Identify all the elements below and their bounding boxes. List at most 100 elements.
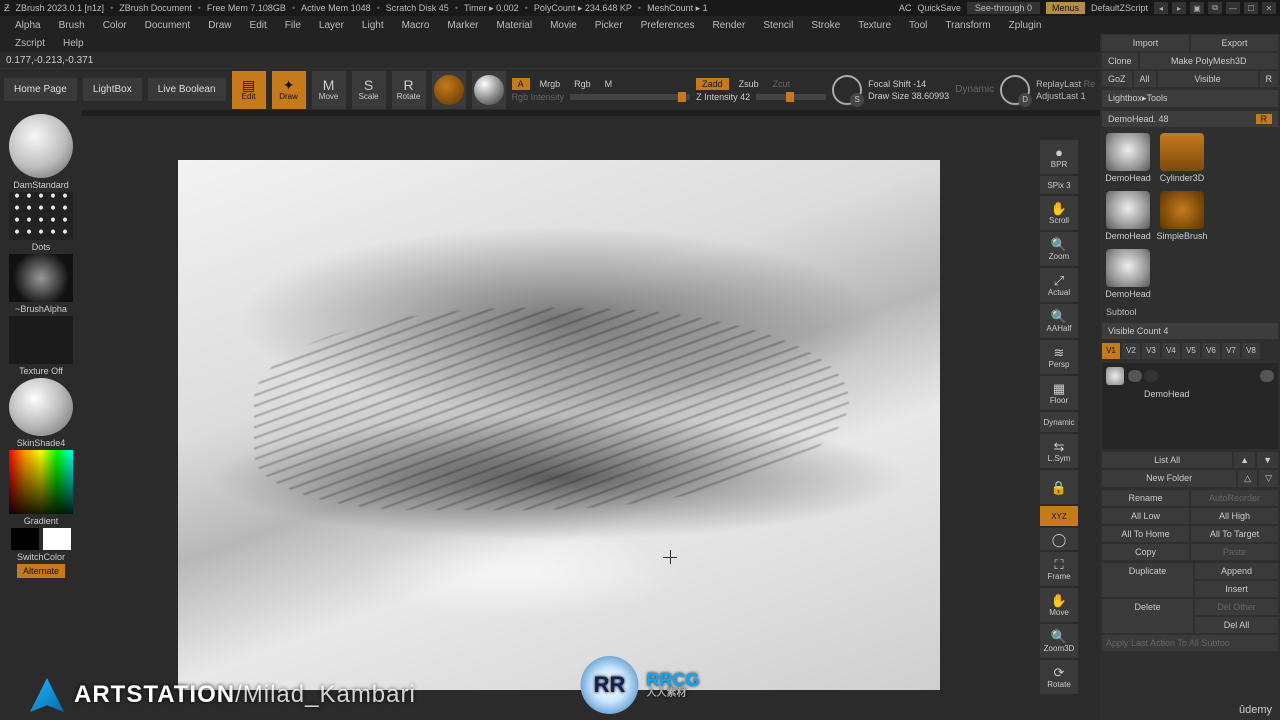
primary-color-swatch[interactable] [43, 528, 71, 550]
home-page-button[interactable]: Home Page [4, 78, 77, 101]
zadd-button[interactable]: Zadd [696, 78, 729, 90]
floor-button[interactable]: ▦Floor [1040, 376, 1078, 410]
draw-size-label[interactable]: Draw Size 38.60993 [868, 91, 949, 101]
move-up-icon[interactable]: ▲ [1234, 452, 1255, 468]
zsub-button[interactable]: Zsub [735, 78, 763, 90]
vset-5[interactable]: V5 [1182, 343, 1200, 359]
switchcolor-button[interactable]: SwitchColor [17, 552, 65, 562]
new-folder-button[interactable]: New Folder [1102, 470, 1236, 487]
lightbox-tools-header[interactable]: Lightbox▸Tools [1102, 90, 1278, 107]
visibility-eye-icon[interactable] [1260, 370, 1274, 382]
focal-shift-label[interactable]: Focal Shift -14 [868, 79, 949, 89]
tool-thumb-cylinder[interactable]: Cylinder3D [1158, 133, 1206, 183]
lasso-button[interactable]: ◯ [1040, 528, 1078, 550]
tool-thumb-demohead-2[interactable]: DemoHead [1104, 191, 1152, 241]
move-view-button[interactable]: ✋Move [1040, 588, 1078, 622]
dynamic-label[interactable]: Dynamic [955, 84, 994, 95]
frame-button[interactable]: ⛶Frame [1040, 552, 1078, 586]
menu-brush[interactable]: Brush [50, 20, 94, 31]
edit-mode-button[interactable]: ▤Edit [232, 71, 266, 109]
autoreorder-button[interactable]: AutoReorder [1191, 490, 1278, 506]
mrgb-button[interactable]: Mrgb [536, 78, 565, 90]
menu-movie[interactable]: Movie [541, 20, 586, 31]
vset-6[interactable]: V6 [1202, 343, 1220, 359]
zcut-button[interactable]: Zcut [769, 78, 795, 90]
del-other-button[interactable]: Del Other [1195, 599, 1278, 615]
zoom3d-button[interactable]: 🔍Zoom3D [1040, 624, 1078, 658]
next-layout-icon[interactable]: ▸ [1172, 2, 1186, 14]
all-to-target-button[interactable]: All To Target [1191, 526, 1278, 542]
clone-button[interactable]: Clone [1102, 53, 1138, 69]
close-icon[interactable]: ✕ [1262, 2, 1276, 14]
maximize-icon[interactable]: ☐ [1244, 2, 1258, 14]
spix-button[interactable]: SPix 3 [1040, 176, 1078, 194]
rotate-mode-button[interactable]: RRotate [392, 71, 426, 109]
bpr-button[interactable]: ●BPR [1040, 140, 1078, 174]
menu-preferences[interactable]: Preferences [632, 20, 704, 31]
polyframe-icon[interactable] [1144, 370, 1158, 382]
all-low-button[interactable]: All Low [1102, 508, 1189, 524]
arrow-down-icon[interactable]: ▽ [1259, 470, 1278, 487]
timeline-slider[interactable] [0, 110, 1280, 116]
menus-toggle[interactable]: Menus [1046, 2, 1085, 14]
copy-button[interactable]: Copy [1102, 544, 1189, 560]
quicksave-button[interactable]: QuickSave [917, 3, 961, 13]
tool-name-header[interactable]: DemoHead. 48 R [1102, 111, 1278, 127]
xyz-button[interactable]: XYZ [1040, 506, 1078, 526]
vset-1[interactable]: V1 [1102, 343, 1120, 359]
color-picker[interactable] [9, 450, 73, 514]
layout-clone-icon[interactable]: ⧉ [1208, 2, 1222, 14]
subtool-header[interactable]: Subtool [1100, 303, 1280, 321]
list-all-button[interactable]: List All [1102, 452, 1232, 468]
menu-macro[interactable]: Macro [393, 20, 439, 31]
apply-last-button[interactable]: Apply Last Action To All Subtoo [1102, 635, 1278, 651]
paste-button[interactable]: Paste [1191, 544, 1278, 560]
menu-texture[interactable]: Texture [849, 20, 900, 31]
prev-layout-icon[interactable]: ◂ [1154, 2, 1168, 14]
lightbox-button[interactable]: LightBox [83, 78, 142, 101]
adjust-last-button[interactable]: AdjustLast 1 [1036, 91, 1086, 101]
make-polymesh-button[interactable]: Make PolyMesh3D [1140, 53, 1278, 69]
insert-button[interactable]: Insert [1195, 581, 1278, 597]
rotate-view-button[interactable]: ⟳Rotate [1040, 660, 1078, 694]
vset-2[interactable]: V2 [1122, 343, 1140, 359]
subtool-item-label[interactable]: DemoHead [1104, 387, 1276, 401]
menu-render[interactable]: Render [704, 20, 755, 31]
layout-save-icon[interactable]: ▣ [1190, 2, 1204, 14]
subtool-item[interactable] [1104, 365, 1276, 387]
del-all-button[interactable]: Del All [1195, 617, 1278, 633]
menu-layer[interactable]: Layer [310, 20, 353, 31]
delete-button[interactable]: Delete [1102, 599, 1193, 633]
alternate-button[interactable]: Alternate [17, 564, 65, 578]
gizmo-button[interactable] [432, 71, 466, 109]
viewport-canvas[interactable] [178, 160, 940, 690]
sculptris-button[interactable] [472, 71, 506, 109]
dynamic-ring[interactable]: D [1000, 75, 1030, 105]
seethrough-slider[interactable]: See-through 0 [967, 2, 1040, 14]
scale-mode-button[interactable]: SScale [352, 71, 386, 109]
move-down-icon[interactable]: ▼ [1257, 452, 1278, 468]
aahalf-button[interactable]: 🔍AAHalf [1040, 304, 1078, 338]
m-button[interactable]: M [601, 78, 617, 90]
menu-document[interactable]: Document [136, 20, 200, 31]
secondary-color-swatch[interactable] [11, 528, 39, 550]
minimize-icon[interactable]: — [1226, 2, 1240, 14]
menu-zplugin[interactable]: Zplugin [1000, 20, 1051, 31]
vset-8[interactable]: V8 [1242, 343, 1260, 359]
gradient-label[interactable]: Gradient [24, 516, 59, 526]
live-boolean-button[interactable]: Live Boolean [148, 78, 226, 101]
replay-re[interactable]: Re [1084, 79, 1096, 89]
replay-last-button[interactable]: ReplayLast [1036, 79, 1081, 89]
move-mode-button[interactable]: MMove [312, 71, 346, 109]
zoom-button[interactable]: 🔍Zoom [1040, 232, 1078, 266]
alpha-thumbnail[interactable] [9, 254, 73, 302]
menu-light[interactable]: Light [353, 20, 393, 31]
menu-transform[interactable]: Transform [936, 20, 999, 31]
append-button[interactable]: Append [1195, 563, 1278, 579]
menu-tool[interactable]: Tool [900, 20, 936, 31]
menu-file[interactable]: File [276, 20, 310, 31]
all-high-button[interactable]: All High [1191, 508, 1278, 524]
menu-help[interactable]: Help [54, 38, 93, 49]
persp-button[interactable]: ≋Persp [1040, 340, 1078, 374]
goz-r-button[interactable]: R [1260, 71, 1279, 87]
